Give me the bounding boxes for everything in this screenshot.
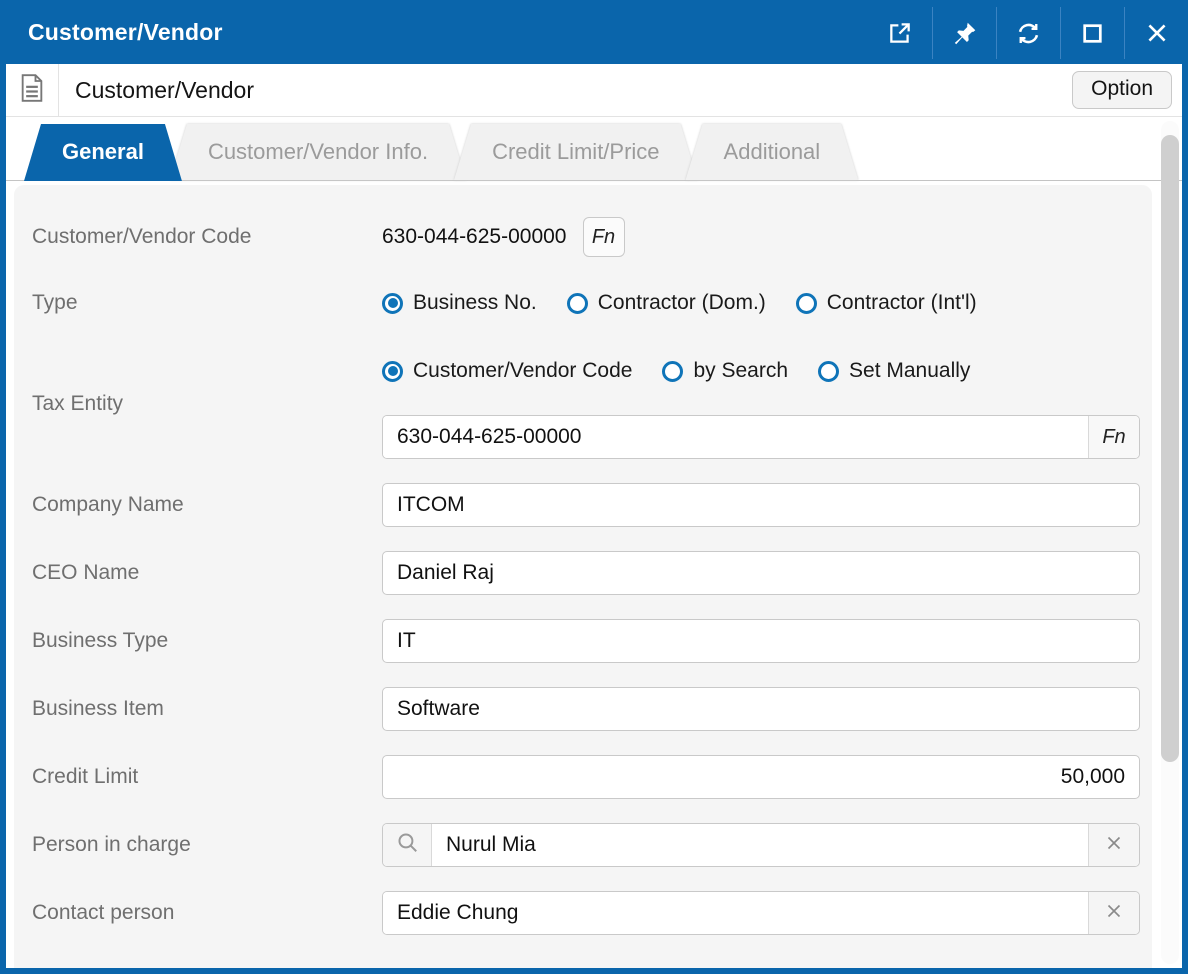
business-type-label: Business Type: [32, 629, 169, 652]
row-credit-limit: Credit Limit: [32, 755, 1152, 799]
tab-additional[interactable]: Additional: [686, 124, 859, 180]
row-business-type: Business Type: [32, 619, 1152, 663]
general-form-panel: Customer/Vendor Code 630-044-625-00000 F…: [14, 185, 1152, 968]
row-person-in-charge: Person in charge: [32, 823, 1152, 867]
page-header: Customer/Vendor Option: [6, 64, 1182, 117]
row-type: Type Business No. Contractor (Dom.) Cont…: [32, 281, 1152, 325]
open-new-window-icon: [887, 20, 913, 46]
person-in-charge-input-group: [382, 823, 1140, 867]
window-body: Customer/Vendor Option General Customer/…: [6, 64, 1182, 968]
credit-limit-label: Credit Limit: [32, 765, 139, 788]
radio-unselected-icon: [662, 360, 684, 382]
ceo-name-input[interactable]: [382, 551, 1140, 595]
person-in-charge-clear-button[interactable]: [1088, 824, 1139, 866]
contact-person-input[interactable]: [383, 892, 1088, 934]
type-radio-group: Business No. Contractor (Dom.) Contracto…: [382, 281, 977, 325]
customer-vendor-code-label: Customer/Vendor Code: [32, 225, 252, 248]
radio-unselected-icon: [818, 360, 840, 382]
row-customer-vendor-code: Customer/Vendor Code 630-044-625-00000 F…: [32, 217, 1152, 257]
business-item-input[interactable]: [382, 687, 1140, 731]
radio-unselected-icon: [566, 292, 588, 314]
maximize-icon: [1080, 21, 1105, 46]
company-name-input[interactable]: [382, 483, 1140, 527]
open-new-window-button[interactable]: [868, 7, 932, 59]
pin-button[interactable]: [932, 7, 996, 59]
clear-x-icon: [1103, 832, 1125, 859]
tax-entity-radio-group: Customer/Vendor Code by Search Set Manua…: [382, 349, 1140, 393]
document-icon-cell: [6, 64, 59, 116]
company-name-label: Company Name: [32, 493, 184, 516]
pin-icon: [952, 20, 978, 46]
type-radio-business-no[interactable]: Business No.: [382, 291, 537, 315]
person-in-charge-search-button[interactable]: [383, 824, 432, 866]
vertical-scrollbar-track[interactable]: [1161, 121, 1179, 964]
radio-unselected-icon: [795, 292, 817, 314]
type-radio-contractor-intl[interactable]: Contractor (Int'l): [795, 291, 977, 315]
business-type-input[interactable]: [382, 619, 1140, 663]
row-business-item: Business Item: [32, 687, 1152, 731]
credit-limit-input[interactable]: [382, 755, 1140, 799]
person-in-charge-label: Person in charge: [32, 833, 191, 856]
row-ceo-name: CEO Name: [32, 551, 1152, 595]
tab-credit-limit-price[interactable]: Credit Limit/Price: [454, 124, 697, 180]
page-title: Customer/Vendor: [75, 76, 254, 103]
close-button[interactable]: [1124, 7, 1188, 59]
option-button[interactable]: Option: [1072, 71, 1172, 109]
row-company-name: Company Name: [32, 483, 1152, 527]
customer-vendor-code-fn-button[interactable]: Fn: [582, 217, 625, 257]
vertical-scrollbar-thumb[interactable]: [1161, 135, 1179, 762]
customer-vendor-code-value: 630-044-625-00000: [382, 225, 567, 248]
customer-vendor-window: Customer/Vendor Customer/Vendor Option G…: [0, 0, 1188, 974]
window-titlebar: Customer/Vendor: [0, 0, 1188, 64]
tab-customer-vendor-info[interactable]: Customer/Vendor Info.: [170, 124, 466, 180]
tab-bar: General Customer/Vendor Info. Credit Lim…: [6, 117, 1182, 181]
tab-general[interactable]: General: [24, 124, 182, 181]
ceo-name-label: CEO Name: [32, 561, 140, 584]
tax-entity-radio-set-manually[interactable]: Set Manually: [818, 359, 970, 383]
refresh-button[interactable]: [996, 7, 1060, 59]
window-title: Customer/Vendor: [28, 18, 223, 45]
tax-entity-input[interactable]: [383, 416, 1088, 458]
tax-entity-radio-by-search[interactable]: by Search: [662, 359, 788, 383]
tax-entity-radio-customer-vendor-code[interactable]: Customer/Vendor Code: [382, 359, 632, 383]
type-radio-contractor-dom[interactable]: Contractor (Dom.): [566, 291, 766, 315]
row-contact-person: Contact person: [32, 891, 1152, 935]
clear-x-icon: [1103, 900, 1125, 927]
contact-person-input-group: [382, 891, 1140, 935]
document-icon: [20, 73, 44, 107]
contact-person-clear-button[interactable]: [1088, 892, 1139, 934]
close-icon: [1144, 20, 1170, 46]
radio-selected-icon: [382, 292, 403, 314]
titlebar-buttons: [868, 7, 1188, 59]
row-tax-entity: Tax Entity Customer/Vendor Code by Searc…: [32, 349, 1152, 459]
refresh-icon: [1015, 20, 1042, 47]
person-in-charge-input[interactable]: [432, 824, 1088, 866]
business-item-label: Business Item: [32, 697, 164, 720]
type-label: Type: [32, 291, 78, 314]
contact-person-label: Contact person: [32, 901, 175, 924]
tax-entity-fn-button[interactable]: Fn: [1088, 416, 1139, 458]
tax-entity-label: Tax Entity: [32, 392, 124, 415]
search-icon: [395, 830, 420, 860]
maximize-button[interactable]: [1060, 7, 1124, 59]
tax-entity-input-group: Fn: [382, 415, 1140, 459]
radio-selected-icon: [382, 360, 403, 382]
